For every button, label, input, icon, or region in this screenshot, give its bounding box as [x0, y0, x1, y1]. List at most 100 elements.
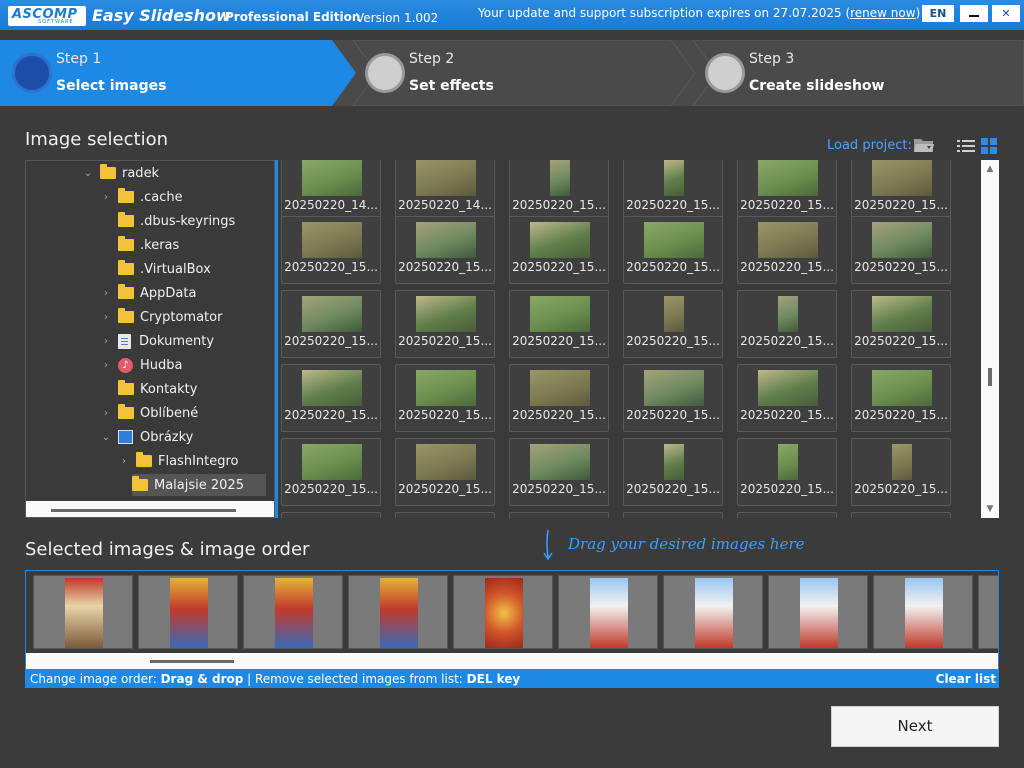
- tree-item[interactable]: › Oblíbené: [100, 402, 198, 424]
- selected-image-thumbnail[interactable]: [138, 575, 238, 649]
- selected-image-thumbnail[interactable]: [453, 575, 553, 649]
- folder-tree[interactable]: ⌄ radek › .cache .dbus-keyrings .keras .Virtua…: [25, 160, 275, 518]
- folder-icon: [118, 308, 134, 323]
- strip-scroll-thumb[interactable]: [150, 660, 234, 663]
- image-thumbnail[interactable]: 20250220_15...: [509, 438, 609, 506]
- image-thumbnail[interactable]: [281, 512, 381, 518]
- image-thumbnail[interactable]: [395, 512, 495, 518]
- image-thumbnail[interactable]: 20250220_15...: [623, 160, 723, 222]
- image-thumbnail[interactable]: 20250220_15...: [509, 364, 609, 432]
- tree-item[interactable]: › AppData: [100, 282, 196, 304]
- image-thumbnail[interactable]: 20250220_15...: [737, 216, 837, 284]
- image-thumbnail[interactable]: 20250220_15...: [737, 364, 837, 432]
- grid-view-icon[interactable]: [981, 138, 997, 154]
- tree-item[interactable]: ⌄ Obrázky: [100, 426, 194, 448]
- folder-icon: [118, 188, 134, 203]
- image-thumbnail-grid[interactable]: 20250220_14... 20250220_14... 20250220_15.…: [278, 160, 981, 518]
- image-thumbnail[interactable]: 20250220_15...: [281, 290, 381, 358]
- tree-item[interactable]: .keras: [100, 234, 179, 256]
- image-thumbnail[interactable]: 20250220_15...: [851, 438, 951, 506]
- image-thumbnail[interactable]: 20250220_15...: [281, 216, 381, 284]
- scroll-down-icon[interactable]: ▼: [981, 504, 999, 514]
- tree-item[interactable]: .dbus-keyrings: [100, 210, 235, 232]
- selected-image-thumbnail[interactable]: [978, 575, 998, 649]
- image-thumbnail[interactable]: 20250220_15...: [851, 160, 951, 222]
- image-thumbnail[interactable]: 20250220_15...: [737, 290, 837, 358]
- next-button[interactable]: Next: [831, 706, 999, 747]
- language-button[interactable]: EN: [922, 5, 954, 22]
- tree-hscroll-thumb[interactable]: [51, 509, 236, 512]
- step-3[interactable]: Step 3 Create slideshow: [693, 40, 1024, 106]
- image-thumbnail[interactable]: [623, 512, 723, 518]
- selected-image-thumbnail[interactable]: [873, 575, 973, 649]
- list-view-icon[interactable]: [957, 138, 975, 154]
- tree-item[interactable]: › Dokumenty: [100, 330, 214, 352]
- step-2[interactable]: Step 2 Set effects: [353, 40, 698, 106]
- image-thumbnail[interactable]: 20250220_15...: [509, 290, 609, 358]
- folder-open-icon[interactable]: [913, 136, 935, 154]
- renew-now-link[interactable]: renew now: [850, 6, 915, 20]
- tree-item[interactable]: › FlashIntegro: [118, 450, 239, 472]
- image-thumbnail[interactable]: 20250220_15...: [851, 216, 951, 284]
- image-thumbnail[interactable]: 20250220_15...: [851, 290, 951, 358]
- tree-item[interactable]: ⌄ radek: [82, 162, 159, 184]
- chevron-right-icon[interactable]: ›: [100, 408, 112, 419]
- thumbnail-caption: 20250220_15...: [854, 260, 948, 274]
- clear-list-button[interactable]: Clear list: [936, 669, 996, 687]
- image-thumbnail[interactable]: 20250220_15...: [281, 364, 381, 432]
- image-preview: [892, 444, 912, 480]
- chevron-right-icon[interactable]: ›: [100, 312, 112, 323]
- close-button[interactable]: ✕: [992, 5, 1020, 22]
- image-thumbnail[interactable]: 20250220_15...: [395, 216, 495, 284]
- tree-item[interactable]: .VirtualBox: [100, 258, 211, 280]
- selected-image-thumbnail[interactable]: [33, 575, 133, 649]
- tree-item[interactable]: › .cache: [100, 186, 183, 208]
- image-preview: [275, 578, 313, 648]
- image-thumbnail[interactable]: 20250220_15...: [623, 364, 723, 432]
- chevron-right-icon[interactable]: ›: [118, 456, 130, 467]
- folder-icon: [100, 164, 116, 179]
- selected-image-thumbnail[interactable]: [558, 575, 658, 649]
- selected-image-thumbnail[interactable]: [348, 575, 448, 649]
- tree-item[interactable]: Kontakty: [100, 378, 197, 400]
- image-thumbnail[interactable]: 20250220_14...: [281, 160, 381, 222]
- grid-vertical-scrollbar[interactable]: ▲ ▼: [981, 160, 999, 518]
- image-thumbnail[interactable]: [509, 512, 609, 518]
- tree-item[interactable]: › Cryptomator: [100, 306, 222, 328]
- image-thumbnail[interactable]: 20250220_15...: [623, 438, 723, 506]
- image-thumbnail[interactable]: 20250220_15...: [509, 216, 609, 284]
- tree-item[interactable]: Malajsie 2025: [132, 474, 266, 496]
- grid-scroll-thumb[interactable]: [988, 368, 992, 386]
- image-thumbnail[interactable]: [737, 512, 837, 518]
- image-thumbnail[interactable]: 20250220_15...: [623, 290, 723, 358]
- image-thumbnail[interactable]: [851, 512, 951, 518]
- image-thumbnail[interactable]: 20250220_15...: [623, 216, 723, 284]
- selected-image-thumbnail[interactable]: [663, 575, 763, 649]
- image-thumbnail[interactable]: 20250220_15...: [509, 160, 609, 222]
- chevron-down-icon[interactable]: ⌄: [100, 432, 112, 443]
- load-project-label[interactable]: Load project:: [827, 138, 912, 153]
- chevron-right-icon[interactable]: ›: [100, 336, 112, 347]
- chevron-right-icon[interactable]: ›: [100, 288, 112, 299]
- chevron-right-icon[interactable]: ›: [100, 192, 112, 203]
- image-thumbnail[interactable]: 20250220_15...: [395, 290, 495, 358]
- step-1[interactable]: Step 1 Select images: [0, 40, 360, 106]
- image-thumbnail[interactable]: 20250220_15...: [395, 364, 495, 432]
- minimize-button[interactable]: [960, 5, 988, 22]
- selected-image-thumbnail[interactable]: [243, 575, 343, 649]
- selected-image-thumbnail[interactable]: [768, 575, 868, 649]
- image-thumbnail[interactable]: 20250220_15...: [851, 364, 951, 432]
- chevron-right-icon[interactable]: ›: [100, 360, 112, 371]
- image-thumbnail[interactable]: 20250220_14...: [395, 160, 495, 222]
- image-thumbnail[interactable]: 20250220_15...: [281, 438, 381, 506]
- thumbnail-caption: 20250220_15...: [626, 482, 720, 496]
- selected-images-strip[interactable]: Change image order: Drag & drop | Remove…: [25, 570, 999, 688]
- chevron-down-icon[interactable]: ⌄: [82, 168, 94, 179]
- image-thumbnail[interactable]: 20250220_15...: [737, 438, 837, 506]
- strip-horizontal-scrollbar[interactable]: [26, 653, 998, 669]
- tree-horizontal-scrollbar[interactable]: [26, 501, 274, 517]
- image-thumbnail[interactable]: 20250220_15...: [737, 160, 837, 222]
- image-thumbnail[interactable]: 20250220_15...: [395, 438, 495, 506]
- tree-item[interactable]: › ♪ Hudba: [100, 354, 183, 376]
- scroll-up-icon[interactable]: ▲: [981, 164, 999, 174]
